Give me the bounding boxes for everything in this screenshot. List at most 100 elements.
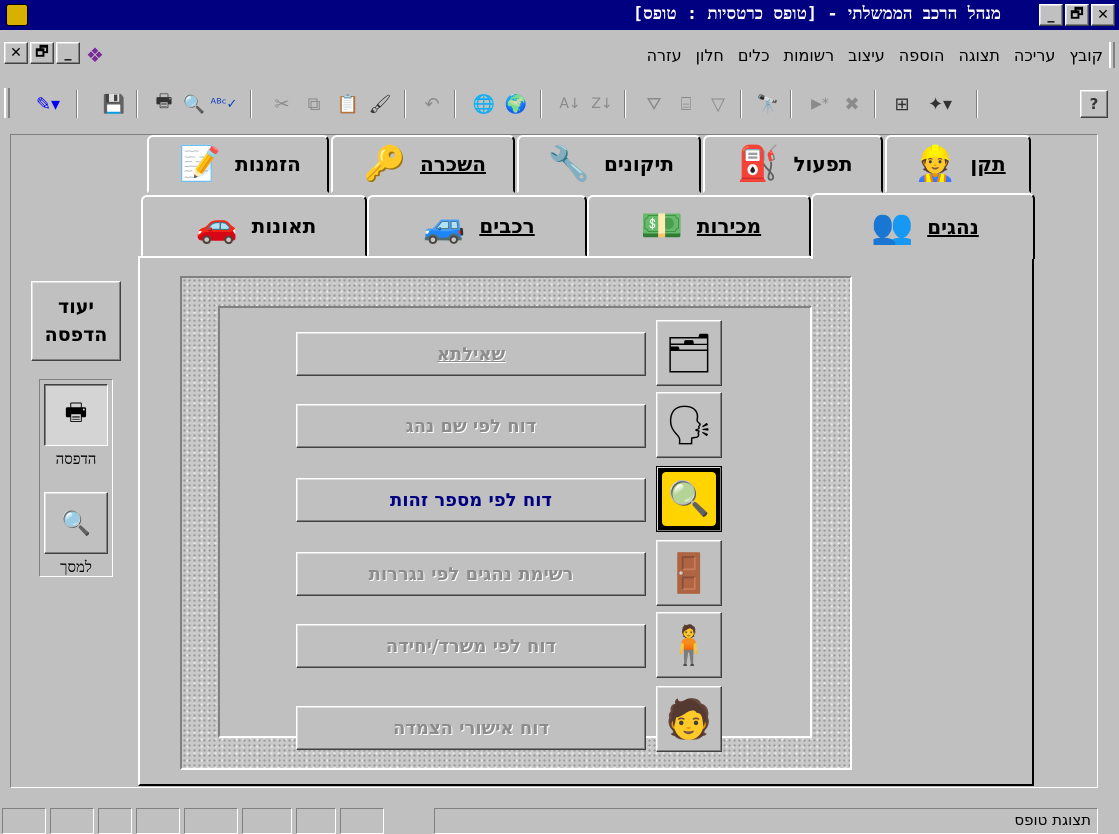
sort-ascending-icon[interactable]: A↓ [556,90,584,118]
filter-by-selection-icon[interactable]: ⛛ [640,90,668,118]
tab-label: הזמנות [235,152,301,176]
new-object-icon[interactable]: ✦▾ [918,90,962,118]
print-destination-printer[interactable]: 🖶 [44,384,108,446]
tab-label: השכרה [420,152,487,176]
filter-by-form-icon[interactable]: ⌸ [672,90,700,118]
spelling-icon[interactable]: ᴬᴮᶜ✓ [210,90,238,118]
status-text: תצוגת טופס [434,808,1098,834]
window-title: מנהל הרכב הממשלתי - [טופס כרטסיות : טופס… [632,4,1001,24]
toolbar: ✎▾ 💾 🖶 🔍 ᴬᴮᶜ✓ ✂ ⧉ 📋 🖌 ↶ 🌐 🌍 A↓ Z↓ ⛛ ⌸ ▽ … [0,84,1119,122]
new-record-icon[interactable]: ▶* [806,90,834,118]
sort-descending-icon[interactable]: Z↓ [588,90,616,118]
query-button[interactable]: שאילתא [296,332,646,376]
tab-drivers[interactable]: נהגים 👥 [811,193,1035,259]
menu-records[interactable]: רשומות [784,46,834,65]
status-indicator [242,808,292,834]
format-painter-icon[interactable]: 🖌 [366,90,394,118]
close-button[interactable]: ✕ [1091,4,1115,26]
status-indicator [340,808,384,834]
status-bar: תצוגת טופס [0,800,1119,834]
magnifier-face-icon[interactable]: 🔍 [656,466,722,532]
menu-tools[interactable]: כלים [738,46,770,65]
design-view-icon[interactable]: ✎▾ [26,90,70,118]
minimize-button[interactable]: _ [1039,4,1063,26]
status-indicator [2,808,46,834]
print-destination-screen[interactable]: 🔍 [44,492,108,554]
document-window-controls: ✕ 🗗 _ [4,42,80,64]
cut-icon[interactable]: ✂ [268,90,296,118]
tab-standard[interactable]: תקן 👷 [885,135,1031,193]
menu-grip[interactable] [1109,42,1115,68]
menu-format[interactable]: עיצוב [848,46,885,65]
print-destination-group: 🖶 הדפסה 🔍 למסך [39,379,113,577]
menu-window[interactable]: חלון [696,46,724,65]
print-icon[interactable]: 🖶 [150,90,178,118]
tab-rental[interactable]: השכרה 🔑 [331,135,515,193]
paste-icon[interactable]: 📋 [334,90,362,118]
query-icon[interactable]: 🗂 [656,320,722,386]
money-icon: 💵 [640,206,684,246]
report-by-office-button[interactable]: דוח לפי משרד/יחידה [296,624,646,668]
status-indicator [98,808,132,834]
find-icon[interactable]: 🔭 [754,90,782,118]
tab-label: תאונות [251,214,317,238]
wrench-icon: 🔧 [547,144,591,184]
doc-restore-button[interactable]: 🗗 [30,42,54,64]
tab-sales[interactable]: מכירות 💵 [587,195,811,257]
menu-bar: ✕ 🗗 _ ❖ קובץ עריכה תצוגה הוספה עיצוב רשו… [0,38,1119,72]
drivers-icon: 👥 [871,207,914,247]
tab-orders[interactable]: הזמנות 📝 [147,135,329,193]
driver-list-icon[interactable]: 🚪 [656,540,722,606]
form-client-area: תקן 👷 תפעול ⛽ תיקונים 🔧 השכרה 🔑 הזמנות 📝… [10,134,1098,788]
tab-vehicles[interactable]: רכבים 🚙 [367,195,587,257]
doc-close-button[interactable]: ✕ [4,42,28,64]
tab-label: תקן [970,152,1006,176]
report-by-driver-name-button[interactable]: דוח לפי שם נהג [296,404,646,448]
menu-help[interactable]: עזרה [647,46,682,65]
tab-repairs[interactable]: תיקונים 🔧 [517,135,701,193]
web-toolbar-icon[interactable]: 🌍 [502,90,530,118]
cars-icon: 🚙 [423,206,466,246]
printer-icon: 🖶 [64,397,88,426]
menu-insert[interactable]: הוספה [899,46,945,65]
doc-minimize-button[interactable]: _ [56,42,80,64]
delete-record-icon[interactable]: ✖ [838,90,866,118]
menu-view[interactable]: תצוגה [958,46,999,65]
report-by-id-button[interactable]: דוח לפי מספר זהות [296,478,646,522]
app-taxi-icon [6,4,28,26]
form-document-icon: ❖ [86,43,104,67]
reports-inner-panel: שאילתא 🗂 דוח לפי שם נהג 🗣 דוח לפי מספר ז… [218,306,812,752]
assignment-approval-icon[interactable]: 🧑 [656,686,722,752]
drivers-list-by-trailers-button[interactable]: רשימת נהגים לפי נגררות [296,552,646,596]
print-label: הדפסה [55,450,97,468]
apply-filter-icon[interactable]: ▽ [704,90,732,118]
print-wizard-button[interactable]: יעוד הדפסה [31,281,121,361]
help-icon[interactable]: ? [1080,90,1108,118]
menu-edit[interactable]: עריכה [1014,46,1056,65]
print-wizard-line1: יעוד [58,296,94,318]
database-window-icon[interactable]: ⊞ [888,90,916,118]
tab-label: רכבים [479,214,535,238]
crash-icon: 🚗 [195,206,238,246]
tab-operation[interactable]: תפעול ⛽ [703,135,883,193]
office-unit-icon[interactable]: 🧍 [656,612,722,678]
fuel-pump-icon: ⛽ [737,144,780,184]
tab-accidents[interactable]: תאונות 🚗 [141,195,367,257]
tab-label: תיקונים [603,152,675,176]
menu-file[interactable]: קובץ [1069,46,1103,65]
restore-button[interactable]: 🗗 [1065,4,1089,26]
assignment-approvals-button[interactable]: דוח אישורי הצמדה [296,706,646,750]
status-indicator [296,808,336,834]
undo-icon[interactable]: ↶ [418,90,446,118]
status-indicator [50,808,94,834]
toolbar-grip[interactable] [4,88,10,118]
hyperlink-icon[interactable]: 🌐 [470,90,498,118]
menu-items: קובץ עריכה תצוגה הוספה עיצוב רשומות כלים… [647,46,1103,65]
tab-label: מכירות [696,214,762,238]
people-talking-icon[interactable]: 🗣 [656,392,722,458]
print-preview-icon[interactable]: 🔍 [180,90,208,118]
save-icon[interactable]: 💾 [100,90,128,118]
copy-icon[interactable]: ⧉ [300,90,328,118]
title-bar: מנהל הרכב הממשלתי - [טופס כרטסיות : טופס… [0,0,1119,30]
screen-label: למסך [60,558,92,576]
